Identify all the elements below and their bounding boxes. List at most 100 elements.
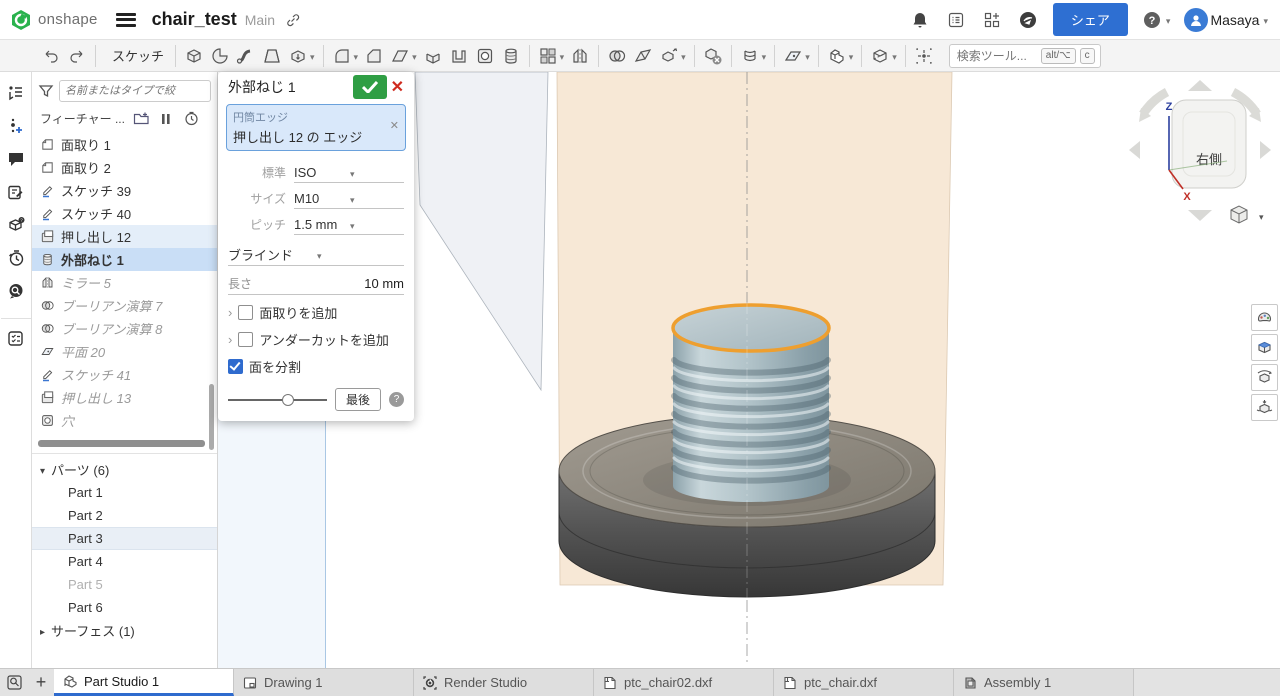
pitch-select[interactable]: 1.5 mm xyxy=(294,214,404,235)
user-menu[interactable]: Masaya xyxy=(1184,8,1268,32)
part-row[interactable]: Part 6 xyxy=(32,596,217,619)
part-row[interactable]: Part 5 xyxy=(32,573,217,596)
toolbar-tool-composite-part[interactable] xyxy=(824,45,857,67)
feature-row[interactable]: 面取り 1 xyxy=(32,133,217,156)
feature-row[interactable]: 穴 xyxy=(32,409,217,432)
feature-row[interactable]: 面取り 2 xyxy=(32,156,217,179)
view-cube[interactable]: 右側 Z X ▾ xyxy=(1125,78,1275,228)
apps-grid-icon[interactable] xyxy=(981,9,1003,31)
feature-row[interactable]: 押し出し 13 xyxy=(32,386,217,409)
expand-chevron-icon[interactable] xyxy=(228,305,232,320)
feature-list-scrollbar[interactable] xyxy=(209,384,214,450)
document-tab[interactable]: Render Studio xyxy=(414,669,594,696)
help-menu[interactable]: ? xyxy=(1142,10,1171,30)
feature-row[interactable]: ブーリアン演算 8 xyxy=(32,317,217,340)
search-tools-box[interactable]: alt/⌥ c xyxy=(949,44,1101,68)
dropdown-caret-icon[interactable] xyxy=(762,48,767,63)
rail-button-insert[interactable] xyxy=(5,115,27,137)
rail-button-comments[interactable] xyxy=(5,148,27,170)
tasks-list-icon[interactable] xyxy=(945,9,967,31)
document-menu-icon[interactable] xyxy=(116,13,136,27)
share-button[interactable]: シェア xyxy=(1053,3,1128,36)
accept-button[interactable] xyxy=(353,75,387,99)
size-select[interactable]: M10 xyxy=(294,188,404,209)
toolbar-tool-select-target[interactable] xyxy=(911,45,937,67)
rail-button-checklist[interactable] xyxy=(5,327,27,349)
toolbar-tool-draft[interactable] xyxy=(387,45,420,67)
onshape-logo[interactable]: onshape xyxy=(10,9,98,31)
dropdown-caret-icon[interactable] xyxy=(849,48,854,63)
cancel-button[interactable]: ✕ xyxy=(387,77,408,97)
end-condition-select[interactable]: ブラインド xyxy=(228,243,404,266)
surfaces-header-row[interactable]: サーフェス (1) xyxy=(32,619,217,642)
split-faces-checkbox[interactable] xyxy=(228,359,243,374)
add-chamfer-row[interactable]: 面取りを追加 xyxy=(218,297,414,324)
parts-header-row[interactable]: パーツ (6) xyxy=(32,458,217,481)
toolbar-tool-mirror[interactable] xyxy=(567,45,593,67)
standard-select[interactable]: ISO xyxy=(294,162,404,183)
part-row[interactable]: Part 2 xyxy=(32,504,217,527)
toolbar-tool-helix[interactable] xyxy=(737,45,770,67)
part-row[interactable]: Part 1 xyxy=(32,481,217,504)
dropdown-caret-icon[interactable] xyxy=(681,48,686,63)
dropdown-caret-icon[interactable] xyxy=(412,48,417,63)
toolbar-tool-sweep[interactable] xyxy=(233,45,259,67)
rail-button-notes[interactable] xyxy=(5,181,27,203)
rail-button-feature-list[interactable] xyxy=(5,82,27,104)
suppress-pause-icon[interactable] xyxy=(158,110,175,127)
search-tools-input[interactable] xyxy=(955,48,1037,64)
rail-button-history[interactable] xyxy=(5,247,27,269)
add-chamfer-checkbox[interactable] xyxy=(238,305,253,320)
rail-button-versions[interactable]: ? xyxy=(5,214,27,236)
document-tab[interactable]: Assembly 1 xyxy=(954,669,1134,696)
document-title[interactable]: chair_test xyxy=(152,9,237,30)
share-link-icon[interactable] xyxy=(285,12,301,28)
history-clock-icon[interactable] xyxy=(183,110,200,127)
rollback-bar[interactable] xyxy=(38,440,205,447)
toolbar-tool-revolve[interactable] xyxy=(207,45,233,67)
add-undercut-row[interactable]: アンダーカットを追加 xyxy=(218,324,414,351)
add-tab-button[interactable]: + xyxy=(28,669,54,696)
feature-row[interactable]: 外部ねじ 1 xyxy=(32,248,217,271)
view-tool-button-view-rotate[interactable] xyxy=(1251,364,1278,391)
document-tab[interactable]: Part Studio 1 xyxy=(54,669,234,696)
filter-funnel-icon[interactable] xyxy=(38,83,54,99)
dropdown-caret-icon[interactable] xyxy=(892,48,897,63)
feature-row[interactable]: 押し出し 12 xyxy=(32,225,217,248)
toolbar-tool-hole[interactable] xyxy=(472,45,498,67)
document-tab[interactable]: ptc_chair02.dxf xyxy=(594,669,774,696)
toolbar-tool-loft[interactable] xyxy=(259,45,285,67)
rollback-slider[interactable] xyxy=(228,394,327,406)
part-row[interactable]: Part 4 xyxy=(32,550,217,573)
slider-knob[interactable] xyxy=(282,394,294,406)
toolbar-tool-extrude[interactable] xyxy=(181,45,207,67)
feature-row[interactable]: スケッチ 39 xyxy=(32,179,217,202)
add-undercut-checkbox[interactable] xyxy=(238,332,253,347)
toolbar-tool-transform[interactable] xyxy=(656,45,689,67)
community-icon[interactable] xyxy=(1017,9,1039,31)
document-tab[interactable]: Drawing 1 xyxy=(234,669,414,696)
toolbar-tool-plane[interactable] xyxy=(780,45,813,67)
document-tab[interactable]: ptc_chair.dxf xyxy=(774,669,954,696)
toolbar-tool-thicken[interactable] xyxy=(285,45,318,67)
notifications-bell-icon[interactable] xyxy=(909,9,931,31)
sketch-button[interactable]: スケッチ xyxy=(101,44,170,67)
threaded-cylinder-part[interactable] xyxy=(673,305,829,502)
new-folder-icon[interactable] xyxy=(133,110,150,127)
expand-chevron-icon[interactable] xyxy=(228,332,232,347)
final-button[interactable]: 最後 xyxy=(335,388,381,411)
view-tool-button-appearance[interactable] xyxy=(1251,304,1278,331)
toolbar-tool-rib[interactable] xyxy=(446,45,472,67)
dropdown-caret-icon[interactable] xyxy=(354,48,359,63)
split-faces-row[interactable]: 面を分割 xyxy=(218,351,414,378)
toolbar-tool-split[interactable] xyxy=(630,45,656,67)
toolbar-tool-section-view[interactable] xyxy=(867,45,900,67)
part-row[interactable]: Part 3 xyxy=(32,527,217,550)
toolbar-tool-undo[interactable] xyxy=(38,45,64,67)
toolbar-tool-linear-pattern[interactable] xyxy=(535,45,568,67)
clear-selection-icon[interactable]: ✕ xyxy=(390,119,399,132)
dropdown-caret-icon[interactable] xyxy=(310,48,315,63)
feature-row[interactable]: スケッチ 40 xyxy=(32,202,217,225)
toolbar-tool-thread[interactable] xyxy=(498,45,524,67)
view-tool-button-view-isolate[interactable] xyxy=(1251,394,1278,421)
